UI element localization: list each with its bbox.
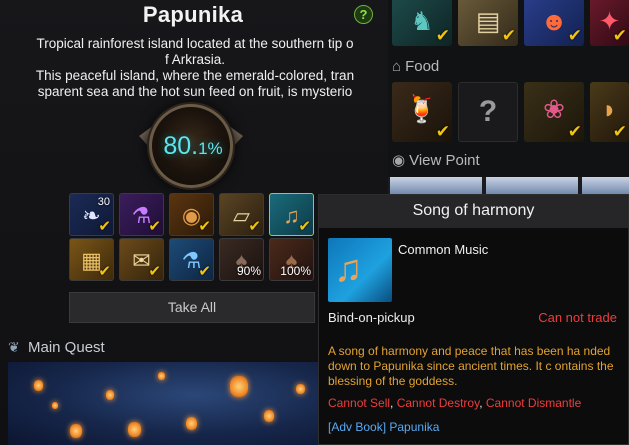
check-icon: ✔	[612, 26, 627, 45]
lantern	[230, 376, 248, 397]
check-icon: ✔	[98, 218, 111, 235]
reward-slot[interactable]: ▦ ✔	[69, 238, 114, 281]
tooltip-bind: Bind-on-pickup	[328, 310, 415, 325]
lantern	[70, 424, 82, 438]
cannot-destroy: Cannot Destroy	[396, 396, 480, 410]
main-quest-image[interactable]	[8, 362, 318, 445]
lantern	[158, 372, 165, 380]
collection-tile[interactable]: ☻ ✔	[524, 0, 584, 46]
reward-slot[interactable]: ✉ ✔	[119, 238, 164, 281]
main-quest-header[interactable]: ❦ Main Quest	[8, 339, 105, 356]
check-icon: ✔	[198, 218, 211, 235]
lantern	[34, 380, 43, 391]
wings-icon: ❦	[8, 339, 20, 355]
food-label: Food	[405, 58, 440, 75]
lantern	[128, 422, 141, 437]
check-icon: ✔	[567, 122, 582, 141]
check-icon: ✔	[435, 122, 450, 141]
check-icon: ✔	[98, 263, 111, 280]
fruit-icon: ❀	[543, 94, 565, 124]
reward-slot[interactable]: ▱ ✔	[219, 193, 264, 236]
reward-slot[interactable]: ❧ 30 ✔	[69, 193, 114, 236]
lantern	[186, 417, 197, 430]
reward-slot[interactable]: ♠ 100%	[269, 238, 314, 281]
house-icon: ⌂	[392, 58, 402, 75]
tooltip-item-image: ♫	[328, 238, 392, 302]
check-icon: ✔	[248, 218, 261, 235]
reward-slot[interactable]: ◉ ✔	[169, 193, 214, 236]
help-icon[interactable]: ?	[354, 5, 373, 24]
view-point-thumbnail[interactable]	[582, 177, 629, 195]
reward-percent: 90%	[236, 264, 261, 278]
tooltip-item-type: Common Music	[398, 242, 489, 257]
completion-percent-fraction: 1%	[198, 139, 223, 158]
view-point-strip	[388, 177, 629, 195]
eye-icon: ◉	[392, 152, 406, 169]
tooltip-trade: Can not trade	[538, 310, 617, 325]
unknown-icon: ?	[478, 95, 498, 128]
collection-tile[interactable]: ♞ ✔	[392, 0, 452, 46]
food-tile[interactable]: 🍹 ✔	[392, 82, 452, 142]
tooltip-description: A song of harmony and peace that has bee…	[328, 344, 614, 388]
cocktail-icon: 🍹	[405, 94, 439, 124]
check-icon: ✔	[298, 218, 311, 235]
dumpling-icon: ◗	[601, 94, 618, 124]
completion-percent-main: 80.	[163, 132, 199, 160]
collection-tile[interactable]: ▤ ✔	[458, 0, 518, 46]
view-point-header: ◉ View Point	[392, 151, 480, 169]
lantern	[264, 410, 274, 422]
reward-slot[interactable]: ⚗ ✔	[169, 238, 214, 281]
cannot-dismantle: Cannot Dismantle	[485, 396, 582, 410]
check-icon: ✔	[198, 263, 211, 280]
check-icon: ✔	[435, 26, 450, 45]
view-point-label: View Point	[409, 152, 480, 169]
reward-percent: 100%	[280, 264, 311, 278]
lantern	[52, 402, 58, 409]
view-point-thumbnail[interactable]	[486, 177, 578, 195]
collection-tile[interactable]: ✦ ✔	[590, 0, 629, 46]
check-icon: ✔	[612, 122, 627, 141]
island-description: Tropical rainforest island located at th…	[35, 36, 355, 99]
check-icon: ✔	[501, 26, 516, 45]
food-header: ⌂ Food	[392, 58, 439, 75]
lute-icon: ♫	[334, 248, 363, 290]
check-icon: ✔	[567, 26, 582, 45]
check-icon: ✔	[148, 263, 161, 280]
check-icon: ✔	[148, 218, 161, 235]
view-point-thumbnail[interactable]	[390, 177, 482, 195]
separator: ,	[390, 396, 397, 410]
main-quest-label: Main Quest	[28, 339, 105, 356]
lantern	[106, 390, 114, 400]
cannot-sell: Cannot Sell	[328, 396, 391, 410]
take-all-button[interactable]: Take All	[69, 292, 315, 323]
lantern	[296, 384, 305, 394]
food-tile[interactable]: ◗ ✔	[590, 82, 629, 142]
food-tile[interactable]: ?	[458, 82, 518, 142]
completion-percent: 80.1%	[0, 132, 386, 161]
tooltip-restrictions: Cannot Sell, Cannot Destroy, Cannot Dism…	[328, 396, 581, 410]
food-tile[interactable]: ❀ ✔	[524, 82, 584, 142]
reward-slot[interactable]: ⚗ ✔	[119, 193, 164, 236]
reward-quantity: 30	[97, 196, 110, 208]
island-title: Papunika	[142, 2, 244, 27]
reward-slot[interactable]: ♫ ✔	[269, 193, 314, 236]
tooltip-title: Song of harmony	[412, 202, 535, 219]
separator: ,	[479, 396, 486, 410]
reward-slot[interactable]: ♠ 90%	[219, 238, 264, 281]
item-tooltip: Song of harmony ♫ Common Music Bind-on-p…	[318, 194, 629, 445]
tooltip-adv-book: [Adv Book] Papunika	[328, 420, 440, 434]
